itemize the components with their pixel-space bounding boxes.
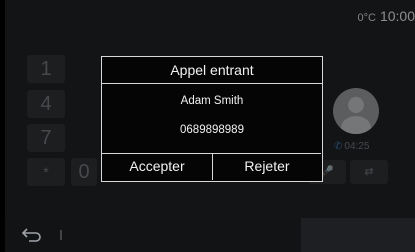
incoming-call-dialog: Appel entrant Adam Smith 0689898989 Acce…	[101, 56, 323, 182]
reject-button[interactable]: Rejeter	[213, 153, 321, 180]
main-content: 0°C 10:00 1 4 7 * 0 ✆ 04:25 🎤 ⇄ Appel entr…	[5, 0, 415, 218]
caller-name: Adam Smith	[180, 95, 244, 107]
dialog-title: Appel entrant	[102, 57, 322, 84]
accept-button[interactable]: Accepter	[102, 153, 213, 180]
back-icon[interactable]	[21, 226, 43, 242]
nav-divider	[60, 230, 62, 240]
phone-screen: 0°C 10:00 1 4 7 * 0 ✆ 04:25 🎤 ⇄ Appel entr…	[0, 0, 415, 252]
bottom-navigation-bar	[5, 218, 415, 252]
bottom-bar-panel	[301, 218, 415, 252]
caller-number: 0689898989	[180, 124, 244, 136]
